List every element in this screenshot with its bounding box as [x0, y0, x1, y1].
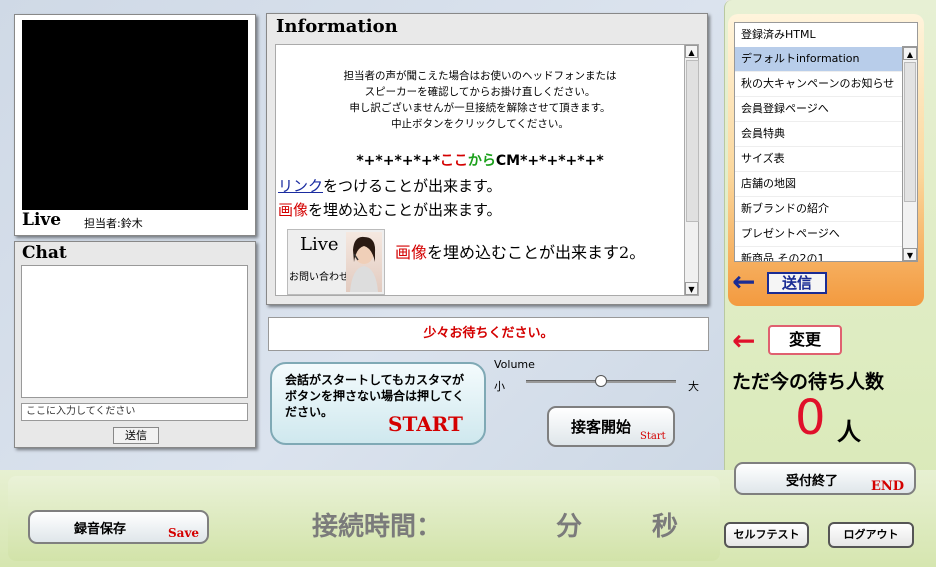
list-item[interactable]: 秋の大キャンペーンのお知らせ — [735, 72, 903, 97]
chat-title: Chat — [22, 243, 67, 263]
live-video — [22, 20, 248, 210]
image-word-2: 画像 — [395, 243, 428, 262]
list-item[interactable]: 新ブランドの紹介 — [735, 197, 903, 222]
waiting-count-unit: 人 — [837, 418, 861, 446]
notice-line: スピーカーを確認してからお掛け直しください。 — [364, 86, 596, 98]
cm-text: CM — [495, 153, 521, 169]
chat-send-button[interactable]: 送信 — [113, 427, 159, 444]
staff-name: 担当者:鈴木 — [84, 217, 143, 230]
waiting-count: 0 — [795, 390, 826, 446]
notice-line: 申し訳ございませんが一旦接続を解除させて頂きます。 — [349, 102, 611, 114]
send-arrow-icon: ← — [732, 265, 756, 298]
link-line: リンクをつけることが出来ます。 — [278, 175, 502, 196]
list-scroll-down-icon[interactable]: ▼ — [903, 248, 917, 261]
serve-start-label[interactable]: 接客開始 — [571, 416, 631, 437]
list-header: 登録済みHTML — [735, 23, 917, 48]
html-list-scrollbar[interactable]: ▲ ▼ — [902, 46, 918, 262]
self-test-button[interactable]: セルフテスト — [724, 522, 809, 548]
volume-slider-handle[interactable] — [595, 375, 607, 387]
list-scroll-up-icon[interactable]: ▲ — [903, 47, 917, 60]
notice-line: 中止ボタンをクリックしてください。 — [391, 118, 569, 130]
html-list[interactable]: 登録済みHTML デフォルトinformation 秋の大キャンペーンのお知らせ… — [734, 22, 918, 262]
serve-start-sub[interactable]: Start — [640, 431, 666, 442]
image-line: 画像を埋め込むことが出来ます。 — [278, 199, 502, 220]
cm-line: *+*+*+*+*ここからCM*+*+*+*+* — [275, 150, 685, 170]
connection-minutes-unit: 分 — [556, 512, 583, 542]
logout-button[interactable]: ログアウト — [828, 522, 914, 548]
cm-kara: から — [467, 153, 496, 169]
image-line-2-text: を埋め込むことが出来ます2。 — [427, 243, 646, 262]
operator-photo — [346, 232, 382, 292]
link-line-text: をつけることが出来ます。 — [323, 177, 502, 195]
volume-max-label: 大 — [688, 380, 699, 393]
start-label[interactable]: START — [388, 412, 463, 436]
cm-koko: ここ — [439, 153, 468, 169]
send-button[interactable]: 送信 — [767, 272, 827, 294]
sample-link[interactable]: リンク — [278, 177, 323, 195]
list-item[interactable]: 新商品 その2の1 — [735, 247, 903, 261]
chat-input[interactable]: ここに入力してください — [21, 403, 248, 421]
list-item[interactable]: 会員登録ページへ — [735, 97, 903, 122]
chat-log[interactable] — [21, 265, 248, 398]
change-button[interactable]: 変更 — [768, 325, 842, 355]
end-reception-label[interactable]: 受付終了 — [786, 470, 838, 489]
connection-seconds-unit: 秒 — [652, 512, 679, 542]
volume-label: Volume — [494, 358, 535, 371]
information-scrollbar[interactable]: ▲ ▼ — [684, 44, 699, 296]
scroll-thumb[interactable] — [686, 60, 699, 222]
image-word: 画像 — [278, 201, 309, 219]
list-item[interactable]: プレゼントページへ — [735, 222, 903, 247]
end-reception-sub[interactable]: END — [871, 479, 904, 494]
list-item[interactable]: サイズ表 — [735, 147, 903, 172]
cm-prefix: *+*+*+*+* — [356, 153, 440, 169]
record-save-sub[interactable]: Save — [168, 526, 199, 540]
thumb-live-text: Live — [300, 234, 339, 255]
change-arrow-icon: ← — [732, 324, 756, 357]
live-title: Live — [22, 210, 62, 230]
status-banner: 少々お待ちください。 — [268, 317, 709, 351]
list-item[interactable]: 会員特典 — [735, 122, 903, 147]
information-title: Information — [276, 16, 398, 37]
record-save-label[interactable]: 録音保存 — [74, 518, 126, 537]
scroll-down-icon[interactable]: ▼ — [685, 282, 698, 295]
cm-suffix: *+*+*+*+* — [520, 153, 604, 169]
thumb-contact-text: お問い合わせ — [289, 272, 349, 283]
image-line-2: 画像を埋め込むことが出来ます2。 — [395, 239, 645, 263]
image-line-text: を埋め込むことが出来ます。 — [308, 201, 502, 219]
scroll-up-icon[interactable]: ▲ — [685, 45, 698, 58]
notice-line: 担当者の声が聞こえた場合はお使いのヘッドフォンまたは — [343, 70, 617, 82]
volume-min-label: 小 — [494, 380, 505, 393]
list-item[interactable]: デフォルトinformation — [735, 47, 903, 72]
list-item[interactable]: 店舗の地図 — [735, 172, 903, 197]
list-scroll-thumb[interactable] — [904, 62, 916, 202]
connection-time-label: 接続時間： — [312, 512, 443, 542]
